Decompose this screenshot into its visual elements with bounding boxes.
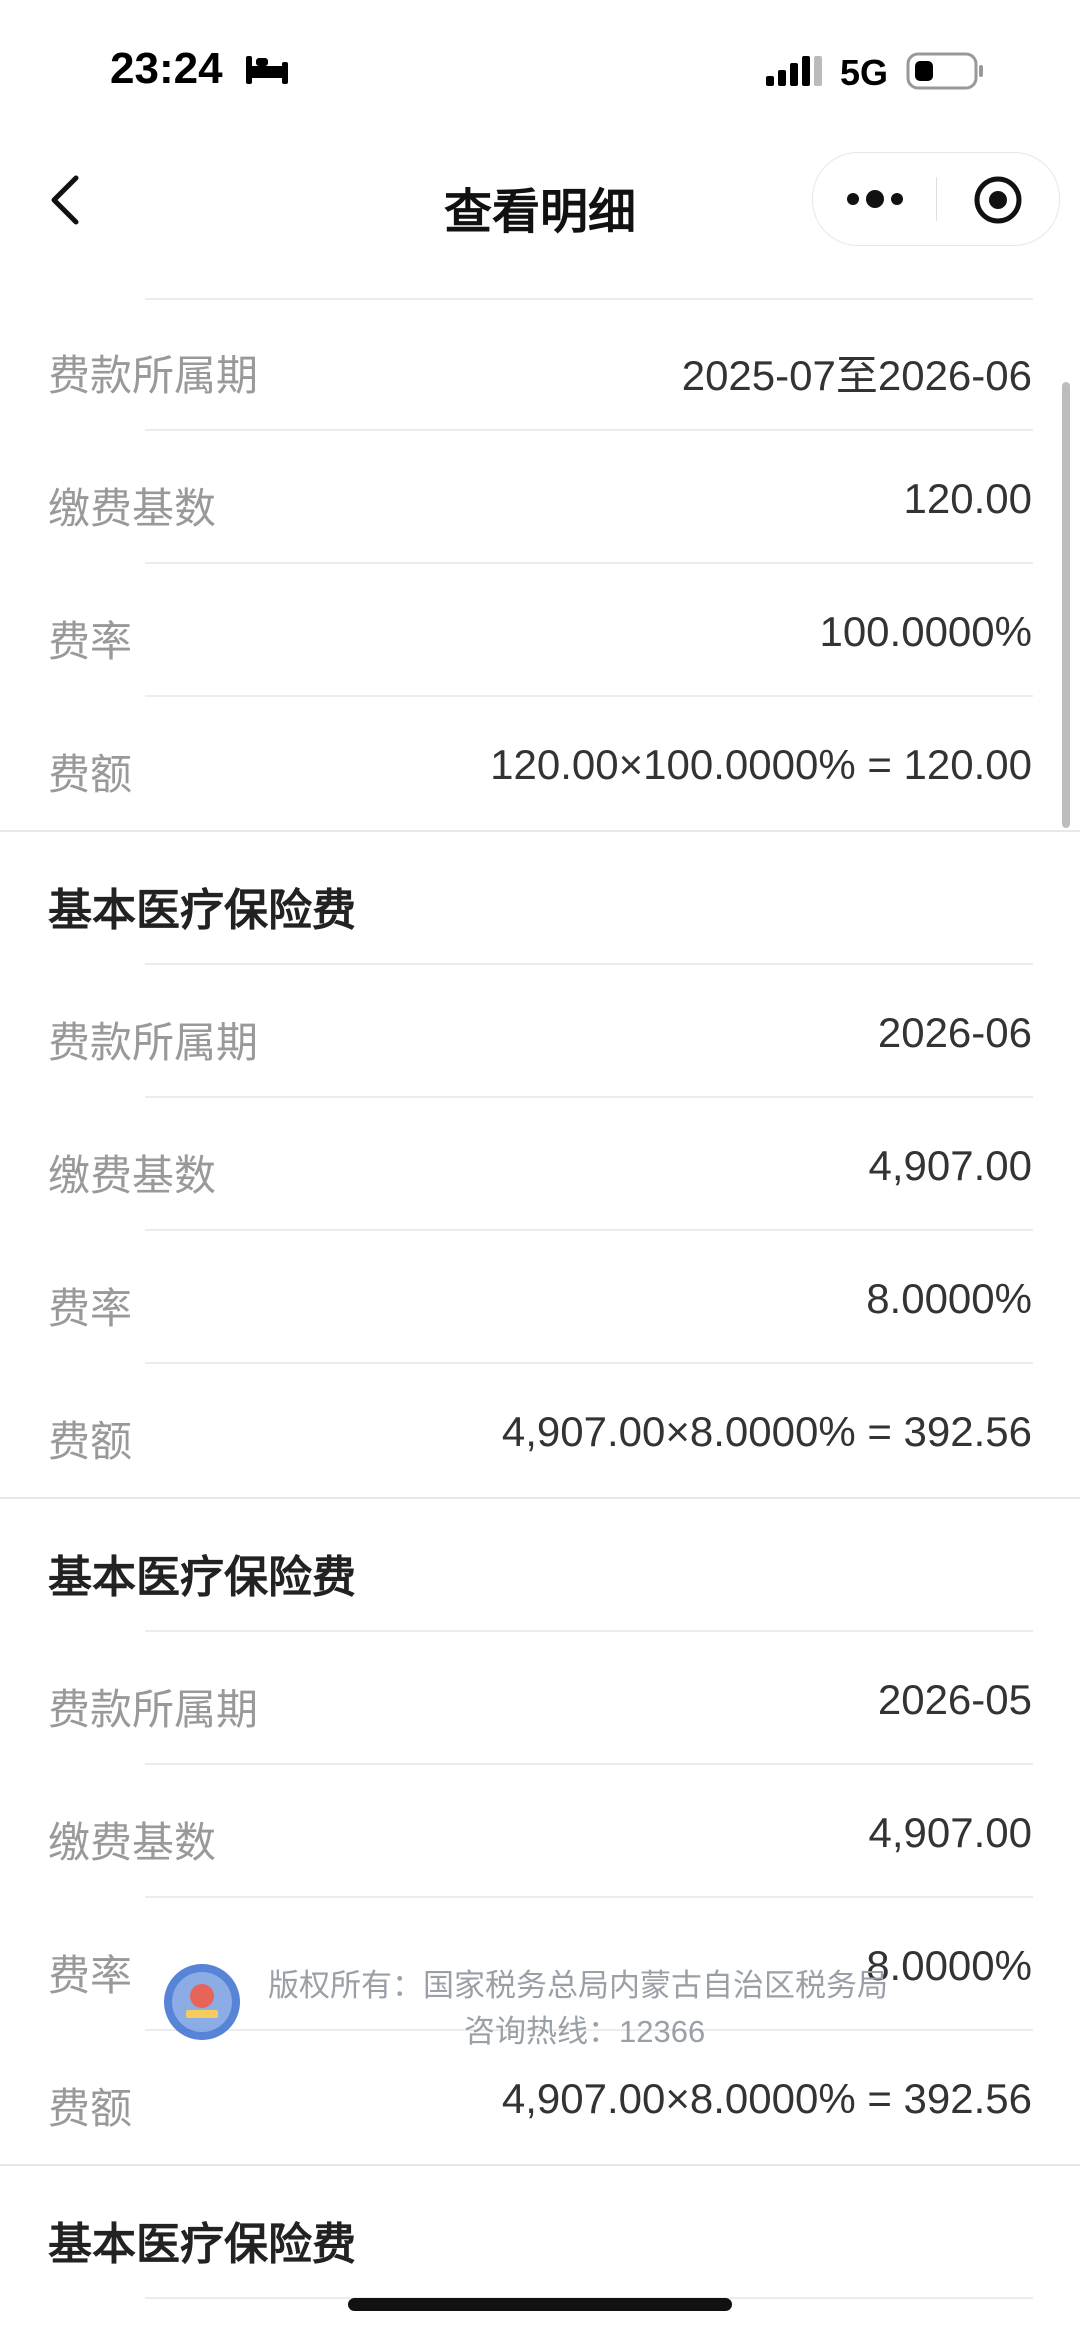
- detail-row: 缴费基数 4,907.00: [0, 1765, 1080, 1898]
- section-title: 基本医疗保险费: [0, 2166, 1080, 2299]
- row-value: 8.0000%: [866, 1275, 1032, 1322]
- fee-group: 费款所属期 2025-07至2026-06 缴费基数 120.00 费率 100…: [0, 298, 1080, 830]
- detail-row: 费款所属期 2026-05: [0, 1632, 1080, 1765]
- detail-row: 费率 8.0000%: [0, 1231, 1080, 1364]
- row-value: 2026-05: [877, 1676, 1032, 1723]
- more-button[interactable]: [843, 183, 907, 220]
- row-value: 4,907.00: [868, 1142, 1033, 1189]
- section-title: 基本医疗保险费: [0, 832, 1080, 965]
- copyright-text: 版权所有：国家税务总局内蒙古自治区税务局: [268, 1968, 888, 2003]
- home-indicator[interactable]: [348, 2298, 732, 2311]
- fee-group: 基本医疗保险费: [0, 2166, 1080, 2299]
- signal-icon: [764, 54, 824, 93]
- row-value: 4,907.00×8.0000% = 392.56: [501, 2075, 1032, 2122]
- detail-row: 费率 100.0000%: [0, 564, 1080, 697]
- row-value: 4,907.00: [868, 1809, 1033, 1856]
- row-value: 4,907.00×8.0000% = 392.56: [501, 1408, 1032, 1455]
- fee-group: 基本医疗保险费 费款所属期 2026-05 缴费基数 4,907.00 费率 8…: [0, 1499, 1080, 2164]
- row-label: 缴费基数: [48, 1819, 217, 1866]
- row-label: 费款所属期: [48, 352, 259, 399]
- fee-group: 基本医疗保险费 费款所属期 2026-06 缴费基数 4,907.00 费率 8…: [0, 832, 1080, 1497]
- row-label: 费率: [48, 618, 133, 665]
- hotline-text: 咨询热线：12366: [464, 2014, 706, 2049]
- detail-row: 费额 4,907.00×8.0000% = 392.56: [0, 1364, 1080, 1497]
- row-label: 费额: [48, 1418, 133, 1465]
- row-label: 费款所属期: [48, 1686, 259, 1733]
- nav-bar: 查看明细: [0, 140, 1080, 260]
- row-label: 费款所属期: [48, 1019, 259, 1066]
- close-button[interactable]: [973, 175, 1023, 230]
- target-circle-icon: [974, 176, 1022, 224]
- row-label: 费率: [48, 1952, 133, 1999]
- detail-row: 费款所属期 2026-06: [0, 965, 1080, 1098]
- capsule-divider: [936, 177, 937, 221]
- detail-row: 缴费基数 4,907.00: [0, 1098, 1080, 1231]
- row-label: 缴费基数: [48, 1152, 217, 1199]
- mini-program-capsule: [812, 152, 1060, 246]
- scrollbar[interactable]: [1062, 382, 1070, 828]
- row-label: 费额: [48, 2085, 133, 2132]
- network-type: 5G: [840, 52, 889, 93]
- section-title-text: 基本医疗保险费: [48, 2220, 356, 2269]
- row-value: 2025-07至2026-06: [681, 352, 1032, 399]
- battery-icon: [906, 52, 986, 95]
- row-value: 8.0000%: [866, 1942, 1032, 1989]
- more-dots-icon: [847, 190, 903, 208]
- sleep-mode-icon: [244, 52, 290, 91]
- row-value: 2026-06: [877, 1009, 1032, 1056]
- row-label: 费率: [48, 1285, 133, 1332]
- tax-bureau-emblem-icon: [164, 1964, 240, 2040]
- detail-row: 费额 120.00×100.0000% = 120.00: [0, 697, 1080, 830]
- detail-row: 缴费基数 120.00: [0, 431, 1080, 564]
- row-value: 100.0000%: [819, 608, 1032, 655]
- status-bar: 23:24 5G: [0, 0, 1080, 140]
- row-label: 费额: [48, 751, 133, 798]
- detail-row: 费款所属期 2025-07至2026-06: [0, 298, 1080, 431]
- section-title-text: 基本医疗保险费: [48, 1553, 356, 1602]
- section-title: 基本医疗保险费: [0, 1499, 1080, 1632]
- row-value: 120.00×100.0000% = 120.00: [490, 741, 1032, 788]
- section-title-text: 基本医疗保险费: [48, 886, 356, 935]
- row-label: 缴费基数: [48, 485, 217, 532]
- status-time: 23:24: [110, 44, 223, 93]
- row-value: 120.00: [903, 475, 1032, 522]
